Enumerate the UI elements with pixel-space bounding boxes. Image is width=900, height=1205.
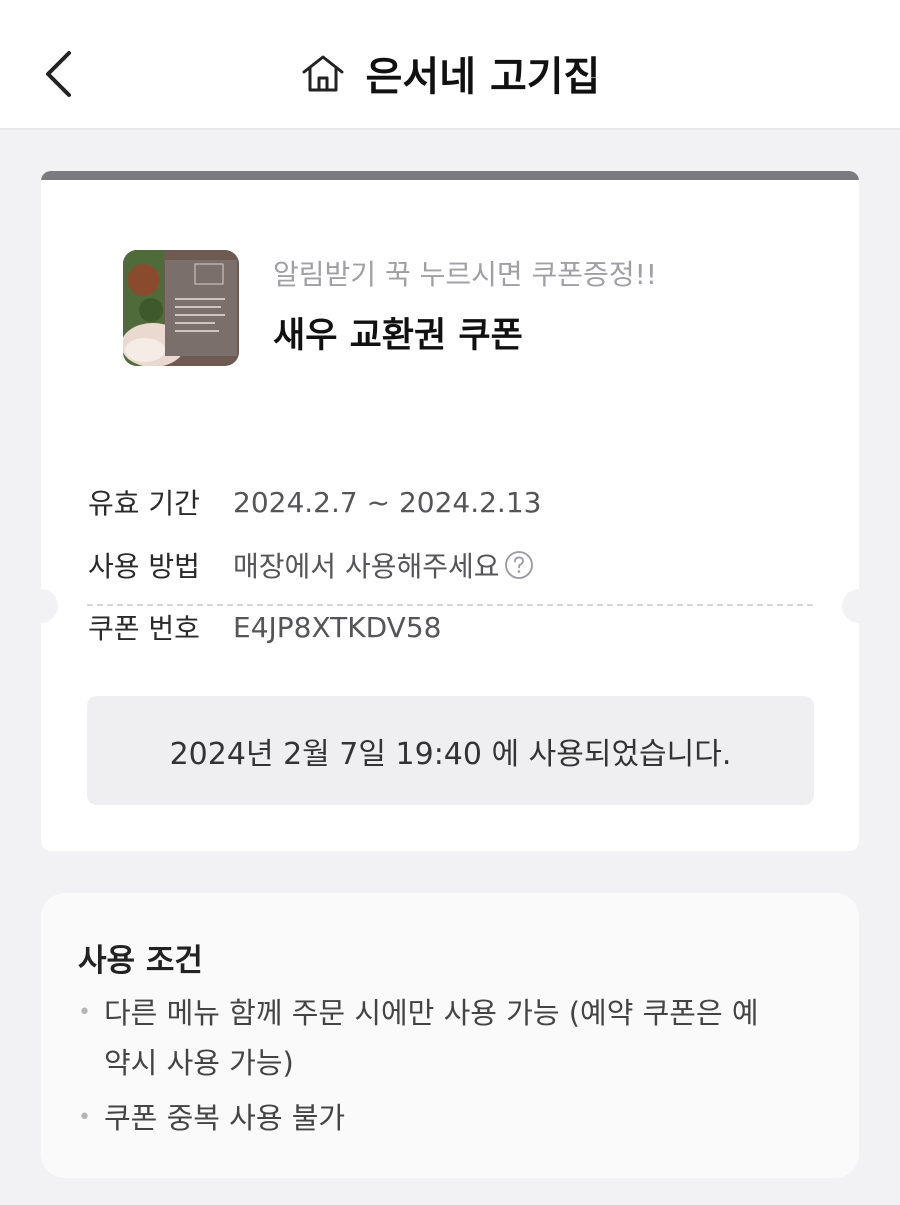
store-name-title: 은서네 고기집 [365, 54, 601, 100]
ticket-notch-left [41, 589, 58, 623]
coupon-card: 알림받기 꾹 누르시면 쿠폰증정!! 새우 교환권 쿠폰 유효 기간 2024.… [41, 171, 859, 851]
validity-value: 2024.2.7 ~ 2024.2.13 [233, 485, 542, 519]
home-icon[interactable] [300, 50, 346, 96]
conditions-title: 사용 조건 [78, 943, 203, 979]
usage-value: 매장에서 사용해주세요 [233, 550, 500, 583]
coupon-code-label: 쿠폰 번호 [88, 612, 200, 645]
coupon-thumbnail[interactable] [123, 250, 239, 366]
question-circle-icon[interactable] [504, 550, 534, 580]
condition-item: • 쿠폰 중복 사용 불가 [78, 1093, 345, 1143]
condition-item: • 다른 메뉴 함께 주문 시에만 사용 가능 (예약 쿠폰은 예 약시 사용 … [78, 988, 759, 1088]
coupon-name: 새우 교환권 쿠폰 [273, 316, 523, 356]
ticket-divider [87, 604, 813, 606]
header-title-group: 은서네 고기집 [0, 38, 900, 108]
bullet-icon: • [78, 1105, 91, 1130]
condition-text: 쿠폰 중복 사용 불가 [104, 1101, 346, 1135]
coupon-subtitle: 알림받기 꾹 누르시면 쿠폰증정!! [273, 258, 658, 291]
info-row-code: 쿠폰 번호 E4JP8XTKDV58 [88, 607, 441, 647]
coupon-top-bar [41, 171, 859, 180]
condition-text: 다른 메뉴 함께 주문 시에만 사용 가능 (예약 쿠폰은 예 [104, 996, 759, 1030]
usage-label: 사용 방법 [88, 550, 200, 583]
info-row-validity: 유효 기간 2024.2.7 ~ 2024.2.13 [88, 482, 541, 522]
used-status-banner: 2024년 2월 7일 19:40 에 사용되었습니다. [87, 696, 814, 805]
validity-label: 유효 기간 [88, 487, 200, 520]
app-header: 은서네 고기집 [0, 0, 900, 130]
bullet-icon: • [78, 1000, 91, 1025]
info-row-usage: 사용 방법 매장에서 사용해주세요 [88, 545, 534, 585]
ticket-notch-right [842, 589, 859, 623]
condition-text-cont: 약시 사용 가능) [104, 1046, 294, 1080]
conditions-card: 사용 조건 • 다른 메뉴 함께 주문 시에만 사용 가능 (예약 쿠폰은 예 … [41, 893, 859, 1178]
coupon-code-value: E4JP8XTKDV58 [233, 610, 442, 644]
